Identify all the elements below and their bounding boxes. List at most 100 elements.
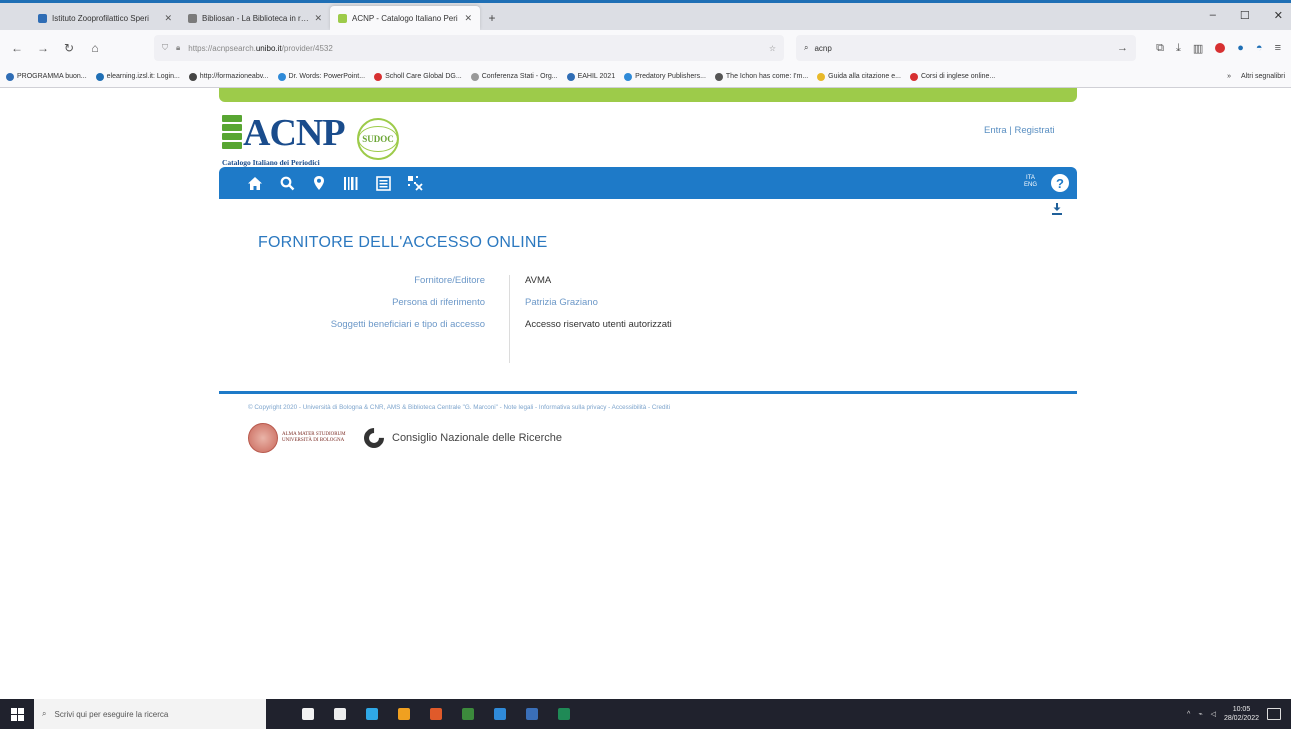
back-button[interactable]: ← [10, 41, 24, 55]
bookmark-label: Predatory Publishers... [635, 73, 706, 80]
browser-tab[interactable]: Bibliosan - La Biblioteca in rete ✕ [180, 6, 330, 30]
taskbar-app-icon[interactable] [326, 699, 354, 729]
taskbar-app-icon[interactable] [550, 699, 578, 729]
url-bar[interactable]: ⛉ 🔒︎ https://acnpsearch.unibo.it/provide… [154, 35, 784, 61]
other-bookmarks[interactable]: Altri segnalibri [1241, 73, 1285, 80]
bookmark-label: Conferenza Stati - Org... [481, 73, 558, 80]
language-switch[interactable]: ITA ENG [1024, 175, 1037, 189]
contact-person-link[interactable]: Patrizia Graziano [525, 297, 598, 308]
detail-row: Persona di riferimento Patrizia Graziano [240, 297, 840, 319]
bookmark-star-icon[interactable]: ☆ [769, 44, 776, 53]
download-icon[interactable] [1050, 202, 1064, 216]
extension-icon[interactable] [1215, 43, 1226, 53]
taskbar-app-icon[interactable] [294, 699, 322, 729]
network-icon[interactable]: ⌁ [1198, 710, 1202, 718]
page-title: FORNITORE DELL'ACCESSO ONLINE [258, 234, 548, 251]
reload-button[interactable]: ↻ [62, 41, 76, 55]
new-tab-button[interactable]: + [480, 6, 504, 30]
qr-icon[interactable] [405, 175, 425, 191]
bookmark-item[interactable]: PROGRAMMA buon... [6, 72, 87, 81]
more-bookmarks-icon[interactable]: » [1227, 73, 1231, 80]
unibo-seal-icon [248, 423, 278, 453]
bookmark-favicon-icon [817, 72, 826, 81]
bookmark-item[interactable]: Conferenza Stati - Org... [470, 72, 558, 81]
detail-label: Soggetti beneficiari e tipo di accesso [330, 319, 485, 330]
page-content: ACNP SUDOC Catalogo Italiano dei Periodi… [0, 88, 1291, 699]
search-go-icon[interactable]: → [1117, 42, 1128, 54]
taskbar-app-icon[interactable] [454, 699, 482, 729]
cnr-logo[interactable]: Consiglio Nazionale delle Ricerche [359, 423, 562, 453]
list-icon[interactable] [373, 175, 393, 191]
taskbar-app-icon[interactable] [486, 699, 514, 729]
footer-divider [219, 391, 1077, 394]
detail-value: AVMA [525, 275, 552, 286]
account-icon[interactable]: ● [1237, 42, 1244, 54]
bookmark-item[interactable]: Scholl Care Global DG... [374, 72, 462, 81]
bookmark-label: Dr. Words: PowerPoint... [288, 73, 366, 80]
clock[interactable]: 10:05 28/02/2022 [1224, 705, 1259, 723]
bookmark-item[interactable]: The Ichon has come: I'm... [714, 72, 808, 81]
cnr-mark-icon [359, 423, 389, 453]
taskbar-app-icon[interactable] [518, 699, 546, 729]
map-pin-icon[interactable] [309, 175, 329, 191]
library-icon[interactable]: ⧉ [1156, 42, 1164, 55]
bookmark-label: Corsi di inglese online... [920, 73, 996, 80]
tray-chevron-icon[interactable]: ^ [1187, 711, 1190, 718]
login-link[interactable]: Entra | Registrati [984, 125, 1055, 136]
taskbar-app-icon[interactable] [390, 699, 418, 729]
unibo-logo[interactable]: ALMA MATER STUDIORUM UNIVERSITÀ DI BOLOG… [248, 423, 352, 453]
search-icon[interactable] [277, 176, 297, 191]
url-text: https://acnpsearch.unibo.it/provider/453… [188, 43, 333, 53]
shield-icon: ⛉ [162, 43, 168, 52]
detail-row: Soggetti beneficiari e tipo di accesso A… [240, 319, 840, 341]
home-button[interactable]: ⌂ [88, 41, 102, 55]
close-window-button[interactable]: ✕ [1274, 9, 1283, 22]
bookmarks-bar: PROGRAMMA buon... elearning.izsl.it: Logi… [0, 66, 1291, 88]
bookmark-label: http://formazioneabv... [199, 73, 269, 80]
system-tray: ^ ⌁ ◁ 10:05 28/02/2022 [1187, 705, 1291, 723]
close-tab-icon[interactable]: ✕ [464, 13, 472, 24]
download-icon[interactable]: ⤓ [1176, 42, 1181, 55]
taskbar-app-icon[interactable] [358, 699, 386, 729]
bookmark-favicon-icon [374, 72, 383, 81]
acnp-logo[interactable]: ACNP SUDOC Catalogo Italiano dei Periodi… [222, 110, 422, 170]
tab-title: Bibliosan - La Biblioteca in rete [202, 13, 310, 23]
header-green-bar [219, 88, 1077, 102]
search-box[interactable]: ⌕ acnp → [796, 35, 1136, 61]
reader-icon[interactable]: ▥ [1193, 42, 1203, 55]
home-icon[interactable] [245, 176, 265, 191]
bookmark-item[interactable]: Guida alla citazione e... [817, 72, 901, 81]
close-tab-icon[interactable]: ✕ [314, 13, 322, 24]
help-icon[interactable]: ? [1051, 174, 1069, 192]
start-button[interactable] [0, 699, 34, 729]
menu-icon[interactable]: ≡ [1275, 42, 1281, 54]
taskbar-app-icon[interactable] [422, 699, 450, 729]
volume-icon[interactable]: ◁ [1211, 710, 1216, 718]
logo-seal: SUDOC [357, 118, 399, 160]
bookmark-item[interactable]: Dr. Words: PowerPoint... [277, 72, 366, 81]
forward-button[interactable]: → [36, 41, 50, 55]
maximize-button[interactable]: ☐ [1240, 9, 1250, 22]
bookmark-favicon-icon [277, 72, 286, 81]
bookmark-favicon-icon [624, 72, 633, 81]
bookmark-label: Scholl Care Global DG... [385, 73, 462, 80]
barcode-icon[interactable] [341, 176, 361, 191]
logo-stack-icon [222, 115, 242, 149]
notification-icon[interactable] [1267, 708, 1281, 720]
tab-title: ACNP - Catalogo Italiano Peri [352, 13, 458, 23]
sync-icon[interactable]: ◓ [1256, 42, 1263, 54]
bookmark-item[interactable]: Predatory Publishers... [624, 72, 706, 81]
detail-value: Accesso riservato utenti autorizzati [525, 319, 672, 330]
taskbar-search[interactable]: ⌕ Scrivi qui per eseguire la ricerca [34, 699, 266, 729]
browser-tab[interactable]: ACNP - Catalogo Italiano Peri ✕ [330, 6, 480, 30]
bookmark-item[interactable]: http://formazioneabv... [188, 72, 269, 81]
minimize-button[interactable]: – [1210, 9, 1216, 22]
browser-tab[interactable]: Istituto Zooprofilattico Speri ✕ [30, 6, 180, 30]
copyright-text[interactable]: © Copyright 2020 - Università di Bologna… [248, 404, 670, 411]
bookmark-item[interactable]: elearning.izsl.it: Login... [95, 72, 180, 81]
bookmark-item[interactable]: Corsi di inglese online... [909, 72, 996, 81]
bookmark-item[interactable]: EAHIL 2021 [566, 72, 615, 81]
unibo-name: ALMA MATER STUDIORUM UNIVERSITÀ DI BOLOG… [282, 432, 346, 443]
bookmark-favicon-icon [95, 72, 104, 81]
close-tab-icon[interactable]: ✕ [164, 13, 172, 24]
